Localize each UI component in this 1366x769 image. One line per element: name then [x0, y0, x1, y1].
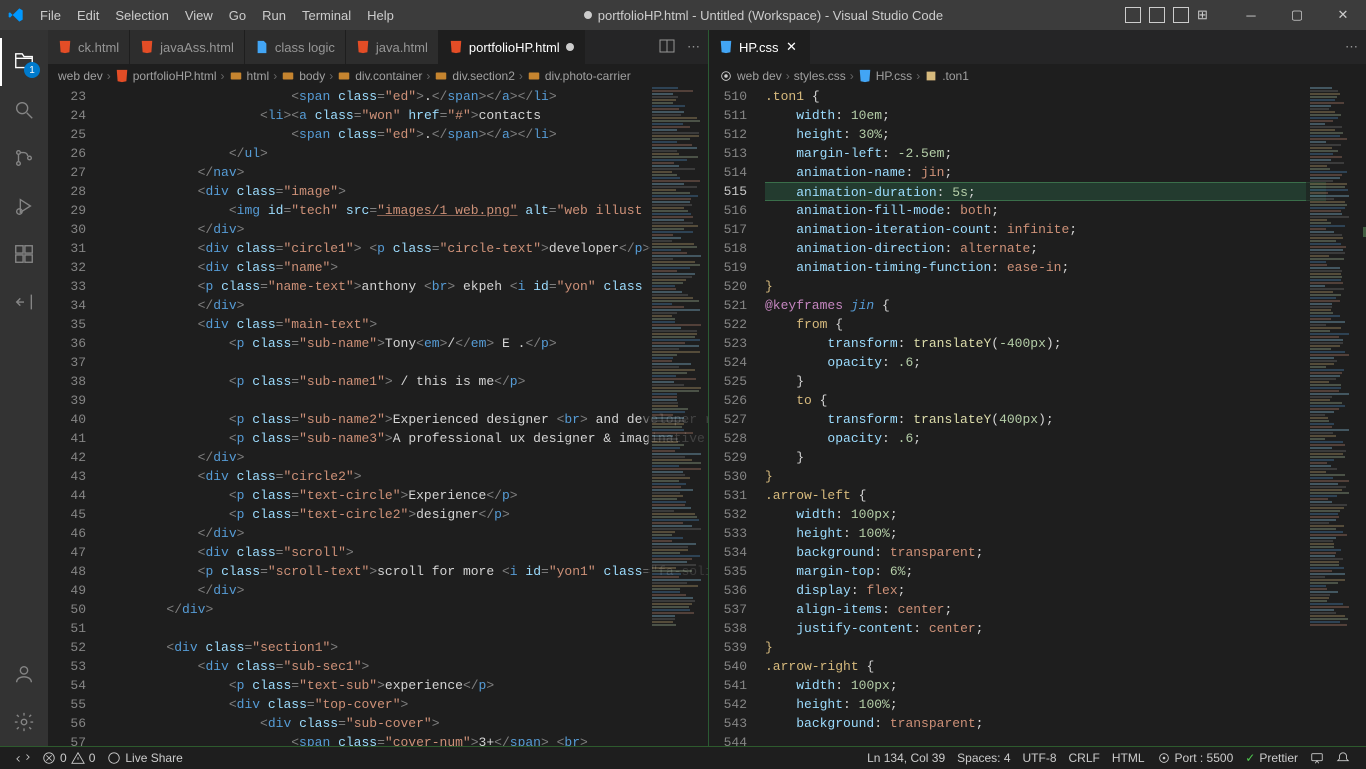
modified-dot-icon: [566, 43, 574, 51]
breadcrumbs-right[interactable]: web dev› styles.css› HP.css› .ton1: [709, 65, 1366, 87]
window-controls: ─ ▢ ✕: [1228, 0, 1366, 30]
split-editor-icon[interactable]: [659, 38, 675, 57]
title-bar: File Edit Selection View Go Run Terminal…: [0, 0, 1366, 30]
menu-help[interactable]: Help: [359, 0, 402, 30]
status-spaces[interactable]: Spaces: 4: [951, 747, 1016, 769]
tabs-left: ck.html javaAss.html class logic java.ht…: [48, 30, 708, 65]
status-notifications[interactable]: [1330, 747, 1356, 769]
status-remote[interactable]: [10, 747, 36, 769]
tab-label: portfolioHP.html: [469, 40, 560, 55]
close-tab-icon[interactable]: ✕: [785, 40, 799, 54]
editor-left[interactable]: 2324252627282930313233343536373839404142…: [48, 87, 708, 746]
tab-label: javaAss.html: [160, 40, 234, 55]
status-position[interactable]: Ln 134, Col 39: [861, 747, 951, 769]
status-prettier[interactable]: ✓Prettier: [1239, 747, 1304, 769]
menu-go[interactable]: Go: [221, 0, 254, 30]
tab-ck-html[interactable]: ck.html: [48, 30, 130, 64]
status-eol[interactable]: CRLF: [1063, 747, 1106, 769]
tab-javaass-html[interactable]: javaAss.html: [130, 30, 245, 64]
editor-group-left: ck.html javaAss.html class logic java.ht…: [48, 30, 708, 746]
maximize-button[interactable]: ▢: [1274, 0, 1320, 30]
tab-label: java.html: [376, 40, 428, 55]
layout-controls: ⊞: [1125, 7, 1213, 23]
toggle-panel-right-icon[interactable]: [1173, 7, 1189, 23]
tab-hp-css[interactable]: HP.css ✕: [709, 30, 810, 64]
more-actions-icon[interactable]: ⋯: [687, 39, 700, 55]
status-liveshare[interactable]: Live Share: [101, 747, 188, 769]
close-button[interactable]: ✕: [1320, 0, 1366, 30]
activity-bar: 1: [0, 30, 48, 746]
menu-run[interactable]: Run: [254, 0, 294, 30]
menu-view[interactable]: View: [177, 0, 221, 30]
explorer-icon[interactable]: 1: [0, 38, 48, 86]
status-encoding[interactable]: UTF-8: [1017, 747, 1063, 769]
minimap-right[interactable]: [1306, 87, 1366, 746]
vscode-icon: [8, 7, 24, 23]
gutter-left: 2324252627282930313233343536373839404142…: [48, 87, 104, 746]
editor-area: ck.html javaAss.html class logic java.ht…: [48, 30, 1366, 746]
tab-label: ck.html: [78, 40, 119, 55]
customize-layout-icon[interactable]: ⊞: [1197, 7, 1213, 23]
menu-terminal[interactable]: Terminal: [294, 0, 359, 30]
more-actions-icon[interactable]: ⋯: [1345, 39, 1358, 55]
editor-group-right: HP.css ✕ ⋯ web dev› styles.css› HP.css› …: [709, 30, 1366, 746]
code-left[interactable]: <span class="ed">.</span></a></li> <li><…: [104, 87, 708, 746]
tab-java-html[interactable]: java.html: [346, 30, 439, 64]
source-control-icon[interactable]: [0, 134, 48, 182]
tab-portfoliohp-html[interactable]: portfolioHP.html: [439, 30, 585, 64]
settings-icon[interactable]: [0, 698, 48, 746]
tab-label: HP.css: [739, 40, 779, 55]
status-problems[interactable]: 0 0: [36, 747, 101, 769]
minimize-button[interactable]: ─: [1228, 0, 1274, 30]
window-title: portfolioHP.html - Untitled (Workspace) …: [402, 8, 1125, 23]
status-port[interactable]: Port : 5500: [1151, 747, 1240, 769]
main-area: 1 ck.html: [0, 30, 1366, 746]
title-text: portfolioHP.html - Untitled (Workspace) …: [598, 8, 943, 23]
tab-label: class logic: [275, 40, 335, 55]
toggle-panel-bottom-icon[interactable]: [1149, 7, 1165, 23]
menu-edit[interactable]: Edit: [69, 0, 107, 30]
modified-indicator-icon: [584, 11, 592, 19]
menu-selection[interactable]: Selection: [107, 0, 176, 30]
toggle-panel-left-icon[interactable]: [1125, 7, 1141, 23]
debug-icon[interactable]: [0, 182, 48, 230]
search-icon[interactable]: [0, 86, 48, 134]
explorer-badge: 1: [24, 62, 40, 78]
status-language[interactable]: HTML: [1106, 747, 1151, 769]
tab-class-logic[interactable]: class logic: [245, 30, 346, 64]
status-bar: 0 0 Live Share Ln 134, Col 39 Spaces: 4 …: [0, 746, 1366, 768]
gutter-right: 5105115125135145155165175185195205215225…: [709, 87, 765, 746]
minimap-left[interactable]: [648, 87, 708, 746]
editor-right[interactable]: 5105115125135145155165175185195205215225…: [709, 87, 1366, 746]
liveshare-icon[interactable]: [0, 278, 48, 326]
breadcrumbs-left[interactable]: web dev› portfolioHP.html› html› body› d…: [48, 65, 708, 87]
extensions-icon[interactable]: [0, 230, 48, 278]
tabs-right: HP.css ✕ ⋯: [709, 30, 1366, 65]
status-feedback[interactable]: [1304, 747, 1330, 769]
menu-file[interactable]: File: [32, 0, 69, 30]
code-right[interactable]: .ton1 { width: 10em; height: 30%; margin…: [765, 87, 1366, 746]
accounts-icon[interactable]: [0, 650, 48, 698]
